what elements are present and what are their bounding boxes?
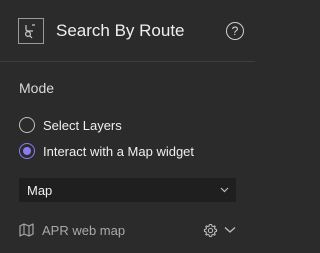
route-search-icon — [18, 18, 44, 44]
radio-label-select-layers: Select Layers — [43, 117, 122, 133]
question-circle-icon: ? — [231, 24, 239, 38]
map-item-name: APR web map — [42, 222, 126, 238]
expand-chevron-icon[interactable] — [224, 226, 236, 234]
radio-button-unchecked[interactable] — [19, 117, 35, 133]
map-widget-select-value: Map — [27, 182, 53, 198]
widget-header: Search By Route ? — [0, 0, 255, 62]
help-button[interactable]: ? — [226, 22, 244, 40]
widget-title: Search By Route — [56, 21, 185, 40]
radio-interact-map-widget[interactable]: Interact with a Map widget — [19, 142, 194, 160]
radio-select-layers[interactable]: Select Layers — [19, 116, 122, 134]
radio-button-checked[interactable] — [19, 143, 35, 159]
map-widget-select[interactable]: Map — [19, 178, 236, 202]
gear-icon[interactable] — [203, 223, 218, 238]
mode-label: Mode — [19, 80, 55, 96]
map-item-row: APR web map — [19, 221, 236, 239]
map-icon — [19, 223, 34, 237]
chevron-down-icon — [220, 187, 229, 193]
map-item-actions — [203, 223, 236, 238]
radio-label-interact-map-widget: Interact with a Map widget — [43, 143, 195, 159]
